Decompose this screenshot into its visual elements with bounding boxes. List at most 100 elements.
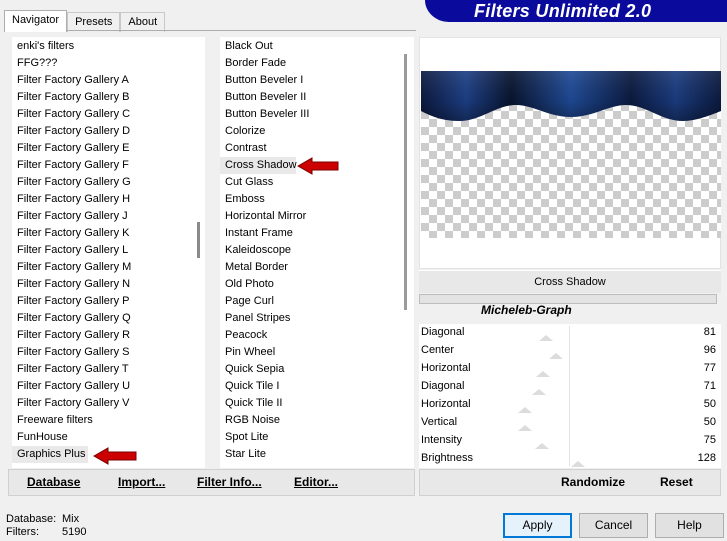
filter-item[interactable]: Cut Glass	[220, 174, 273, 191]
category-item[interactable]: Filter Factory Gallery N	[12, 276, 130, 293]
filter-item[interactable]: Quick Tile I	[220, 378, 279, 395]
category-item[interactable]: FunHouse	[12, 429, 68, 446]
filter-info-button[interactable]: Filter Info...	[197, 475, 262, 489]
parameter-row[interactable]: Diagonal 81	[419, 324, 721, 342]
category-item[interactable]: Filter Factory Gallery J	[12, 208, 128, 225]
editor-button-label: Editor...	[294, 475, 339, 489]
category-item[interactable]: enki's filters	[12, 38, 74, 55]
tab-bar: Navigator Presets About	[4, 10, 166, 32]
filter-item[interactable]: Cross Shadow	[220, 157, 297, 174]
category-item[interactable]: Filter Factory Gallery E	[12, 140, 129, 157]
preview-image	[421, 71, 721, 121]
parameter-row[interactable]: Diagonal 71	[419, 378, 721, 396]
category-item[interactable]: Filter Factory Gallery F	[12, 157, 129, 174]
slider-thumb[interactable]	[536, 371, 550, 377]
filter-item[interactable]: Pin Wheel	[220, 344, 275, 361]
category-item[interactable]: Freeware filters	[12, 412, 93, 429]
filter-item[interactable]: Metal Border	[220, 259, 288, 276]
parameter-label: Horizontal	[421, 398, 471, 410]
filter-item[interactable]: Button Beveler III	[220, 106, 309, 123]
help-button[interactable]: Help	[655, 513, 724, 538]
parameter-value: 128	[697, 452, 716, 464]
category-item[interactable]: Filter Factory Gallery C	[12, 106, 130, 123]
slider-center-line	[569, 326, 570, 466]
filter-item[interactable]: Colorize	[220, 123, 265, 140]
filter-item[interactable]: Emboss	[220, 191, 265, 208]
filter-item[interactable]: Star Lite	[220, 446, 266, 463]
parameter-row[interactable]: Center 96	[419, 342, 721, 360]
tab-about[interactable]: About	[120, 12, 166, 32]
slider-thumb[interactable]	[518, 407, 532, 413]
category-item[interactable]: Filter Factory Gallery U	[12, 378, 130, 395]
slider-thumb[interactable]	[535, 443, 549, 449]
database-button[interactable]: Database	[27, 475, 80, 489]
import-button[interactable]: Import...	[118, 475, 165, 489]
parameter-label: Horizontal	[421, 362, 471, 374]
parameter-row[interactable]: Brightness 128	[419, 450, 721, 468]
filter-list[interactable]: Black Out Border Fade Button Beveler I Butt…	[220, 37, 414, 468]
category-scrollbar-thumb[interactable]	[197, 222, 200, 258]
filter-item[interactable]: Old Photo	[220, 276, 274, 293]
filter-scrollbar-thumb[interactable]	[404, 54, 407, 310]
category-item[interactable]: Filter Factory Gallery K	[12, 225, 129, 242]
parameter-label: Diagonal	[421, 326, 465, 338]
filter-pointer-arrow-icon	[297, 157, 339, 175]
parameter-value: 50	[703, 416, 716, 428]
parameter-row[interactable]: Horizontal 50	[419, 396, 721, 414]
parameter-row[interactable]: Horizontal 77	[419, 360, 721, 378]
slider-thumb[interactable]	[549, 353, 563, 359]
filter-item[interactable]: Kaleidoscope	[220, 242, 291, 259]
filter-item[interactable]: Button Beveler I	[220, 72, 303, 89]
filter-item[interactable]: Spot Lite	[220, 429, 268, 446]
category-item[interactable]: Filter Factory Gallery L	[12, 242, 128, 259]
filter-item[interactable]: Page Curl	[220, 293, 274, 310]
category-item[interactable]: FFG???	[12, 55, 57, 72]
category-item[interactable]: Filter Factory Gallery T	[12, 361, 129, 378]
category-item[interactable]: Filter Factory Gallery H	[12, 191, 130, 208]
filter-item[interactable]: Quick Sepia	[220, 361, 284, 378]
category-item[interactable]: Filter Factory Gallery D	[12, 123, 130, 140]
filter-item[interactable]: Panel Stripes	[220, 310, 290, 327]
filter-item[interactable]: Quick Tile II	[220, 395, 282, 412]
slider-thumb[interactable]	[532, 389, 546, 395]
tab-navigator[interactable]: Navigator	[4, 10, 68, 32]
category-list[interactable]: enki's filters FFG??? Filter Factory Galle…	[12, 37, 205, 468]
category-item[interactable]: Filter Factory Gallery M	[12, 259, 131, 276]
parameter-label: Center	[421, 344, 455, 356]
parameter-value: 77	[703, 362, 716, 374]
slider-thumb[interactable]	[571, 461, 585, 467]
filter-item[interactable]: Black Out	[220, 38, 273, 55]
cancel-button[interactable]: Cancel	[579, 513, 648, 538]
filter-item[interactable]: RGB Noise	[220, 412, 280, 429]
category-item[interactable]: Filter Factory Gallery P	[12, 293, 129, 310]
parameter-row[interactable]: Vertical 50	[419, 414, 721, 432]
category-item[interactable]: Graphics Plus	[12, 446, 88, 463]
filter-info-button-label: Filter Info...	[197, 475, 262, 489]
filter-item[interactable]: Peacock	[220, 327, 267, 344]
filter-item[interactable]: Horizontal Mirror	[220, 208, 306, 225]
reset-button[interactable]: Reset	[660, 475, 693, 489]
parameter-row[interactable]: Intensity 75	[419, 432, 721, 450]
editor-button[interactable]: Editor...	[294, 475, 338, 489]
apply-button[interactable]: Apply	[503, 513, 572, 538]
parameter-value: 71	[703, 380, 716, 392]
category-item[interactable]: Filter Factory Gallery A	[12, 72, 129, 89]
filter-item[interactable]: Instant Frame	[220, 225, 293, 242]
category-item[interactable]: Filter Factory Gallery S	[12, 344, 129, 361]
slider-thumb[interactable]	[539, 335, 553, 341]
tab-presets[interactable]: Presets	[67, 12, 121, 32]
filter-item[interactable]: Button Beveler II	[220, 89, 306, 106]
database-status-label: Database:	[6, 513, 57, 525]
category-item[interactable]: Filter Factory Gallery Q	[12, 310, 131, 327]
slider-thumb[interactable]	[518, 425, 532, 431]
category-item[interactable]: Filter Factory Gallery V	[12, 395, 129, 412]
category-item[interactable]: Filter Factory Gallery R	[12, 327, 130, 344]
category-item[interactable]: Filter Factory Gallery G	[12, 174, 131, 191]
parameter-label: Brightness	[421, 452, 473, 464]
filter-item[interactable]: Border Fade	[220, 55, 286, 72]
randomize-button[interactable]: Randomize	[561, 475, 625, 489]
app-title: Filters Unlimited 2.0	[474, 1, 652, 21]
category-pointer-arrow-icon	[93, 447, 137, 465]
category-item[interactable]: Filter Factory Gallery B	[12, 89, 129, 106]
filter-item[interactable]: Contrast	[220, 140, 267, 157]
